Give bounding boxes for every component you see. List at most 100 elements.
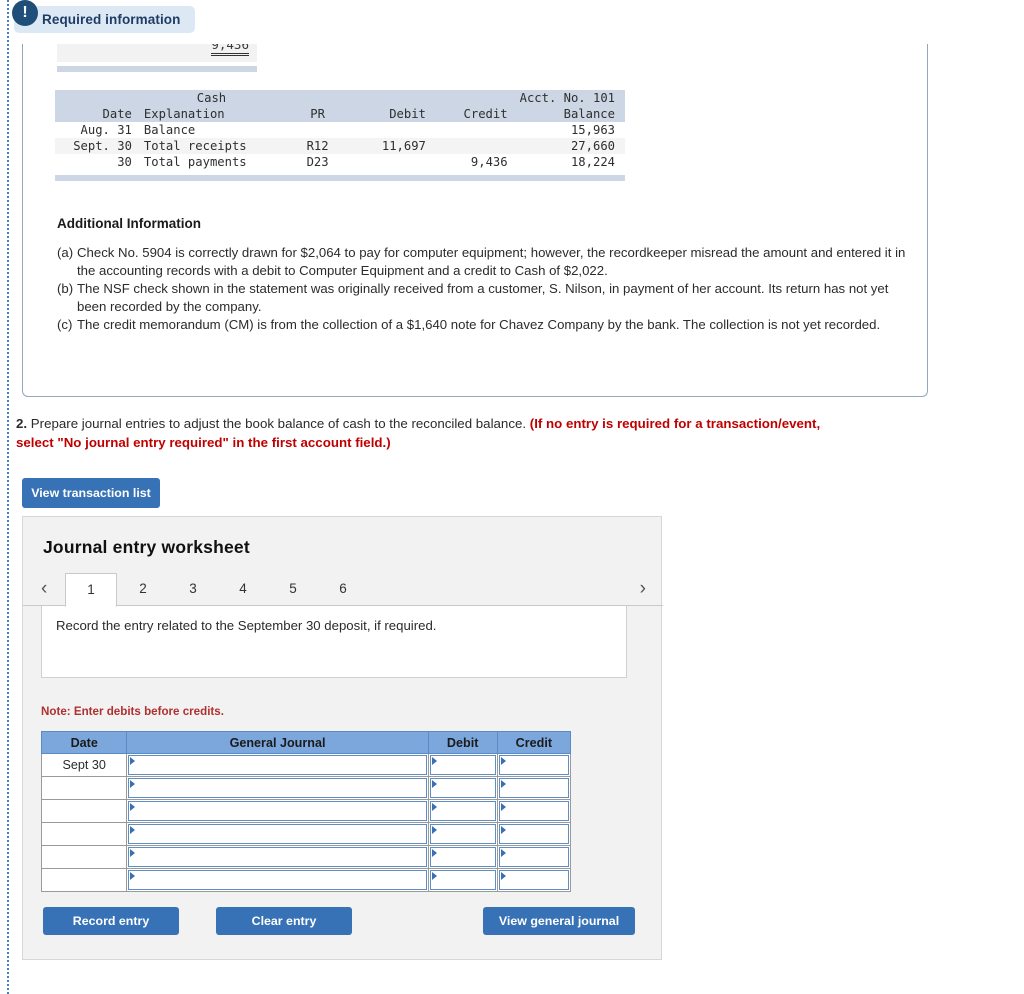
ledger-header-credit: Credit bbox=[431, 106, 514, 122]
table-row bbox=[40, 868, 572, 892]
ledger-account-title: Cash bbox=[137, 90, 285, 106]
tab-3[interactable]: 3 bbox=[168, 573, 218, 607]
next-tab-arrow-icon[interactable]: › bbox=[640, 577, 646, 601]
ledger-title-spacer bbox=[55, 90, 138, 106]
clear-entry-button[interactable]: Clear entry bbox=[216, 907, 352, 935]
ledger-cell-credit bbox=[432, 122, 514, 138]
list-item-label: (b) bbox=[57, 281, 74, 296]
journal-debit-field[interactable] bbox=[427, 822, 498, 846]
journal-credit-field[interactable] bbox=[496, 776, 572, 800]
journal-account-field[interactable] bbox=[126, 845, 429, 869]
journal-debit-field[interactable] bbox=[427, 868, 498, 892]
journal-header-debit: Debit bbox=[427, 731, 498, 754]
worksheet-title: Journal entry worksheet bbox=[43, 537, 250, 557]
list-item-label: (a) bbox=[57, 245, 74, 260]
journal-debit-field[interactable] bbox=[427, 753, 498, 777]
journal-credit-field[interactable] bbox=[496, 753, 572, 777]
journal-debit-field[interactable] bbox=[427, 799, 498, 823]
exclamation-icon: ! bbox=[12, 0, 38, 26]
list-item: (b) The NSF check shown in the statement… bbox=[57, 280, 909, 315]
worksheet-tab-bar: ‹ 1 2 3 4 5 6 › bbox=[23, 573, 663, 607]
additional-information-heading: Additional Information bbox=[57, 216, 201, 231]
journal-account-field[interactable] bbox=[126, 753, 429, 777]
journal-account-field[interactable] bbox=[126, 799, 429, 823]
dropdown-marker-icon bbox=[431, 780, 437, 788]
ledger-cell-balance: 27,660 bbox=[513, 138, 625, 154]
journal-debit-field[interactable] bbox=[427, 776, 498, 800]
ledger-cell-date: Aug. 31 bbox=[80, 123, 132, 137]
ledger-acct-no: Acct. No. 101 bbox=[513, 90, 625, 106]
record-entry-button[interactable]: Record entry bbox=[43, 907, 179, 935]
question-text: Prepare journal entries to adjust the bo… bbox=[30, 416, 527, 431]
ledger-title-spacer-credit bbox=[431, 90, 514, 106]
dropdown-marker-icon bbox=[431, 826, 437, 834]
tab-2[interactable]: 2 bbox=[118, 573, 168, 607]
table-row: Sept 30 bbox=[40, 753, 572, 777]
ledger-cell-explanation: Total payments bbox=[143, 155, 247, 169]
list-item-text: The credit memorandum (CM) is from the c… bbox=[77, 317, 881, 332]
ledger-row: Aug. 31 Balance 15,963 bbox=[55, 122, 625, 138]
journal-header-date: Date bbox=[40, 731, 128, 754]
journal-cell-date[interactable] bbox=[40, 799, 128, 823]
journal-cell-date[interactable]: Sept 30 bbox=[40, 753, 128, 777]
ledger-cell-debit bbox=[350, 154, 432, 170]
clipped-figure-above-ledger: 9,436 bbox=[57, 44, 257, 62]
journal-header-credit: Credit bbox=[496, 731, 572, 754]
ledger-cell-credit: 9,436 bbox=[470, 155, 508, 169]
ledger-header-row: Date Explanation PR Debit Credit Balance bbox=[55, 106, 625, 122]
ledger-row: 30 Total payments D23 9,436 18,224 bbox=[55, 154, 625, 170]
list-item: (c) The credit memorandum (CM) is from t… bbox=[57, 316, 909, 334]
view-transaction-list-button[interactable]: View transaction list bbox=[22, 478, 160, 508]
previous-tab-arrow-icon[interactable]: ‹ bbox=[41, 577, 47, 601]
dropdown-marker-icon bbox=[500, 780, 506, 788]
journal-credit-field[interactable] bbox=[496, 868, 572, 892]
clipped-figure-value: 9,436 bbox=[211, 44, 249, 56]
journal-credit-field[interactable] bbox=[496, 799, 572, 823]
ledger-title-spacer-debit bbox=[350, 90, 432, 106]
table-row bbox=[40, 845, 572, 869]
ledger-cell-pr bbox=[285, 122, 350, 138]
required-information-label: Required information bbox=[14, 6, 195, 33]
dropdown-marker-icon bbox=[431, 803, 437, 811]
journal-account-field[interactable] bbox=[126, 868, 429, 892]
ledger-footer-band bbox=[55, 175, 625, 181]
tab-5[interactable]: 5 bbox=[268, 573, 318, 607]
ledger-header-balance: Balance bbox=[513, 106, 625, 122]
cash-ledger-table: Cash Acct. No. 101 Date Explanation PR D… bbox=[55, 90, 625, 170]
journal-account-field[interactable] bbox=[126, 776, 429, 800]
ledger-header-debit: Debit bbox=[350, 106, 432, 122]
list-item-text: Check No. 5904 is correctly drawn for $2… bbox=[77, 245, 906, 278]
ledger-title-spacer-pr bbox=[285, 90, 351, 106]
dropdown-marker-icon bbox=[130, 757, 136, 765]
worksheet-instruction-text: Record the entry related to the Septembe… bbox=[56, 618, 437, 633]
ledger-cell-debit: 11,697 bbox=[350, 138, 432, 154]
journal-account-field[interactable] bbox=[126, 822, 429, 846]
debits-before-credits-note: Note: Enter debits before credits. bbox=[41, 705, 224, 718]
dropdown-marker-icon bbox=[431, 872, 437, 880]
view-general-journal-button[interactable]: View general journal bbox=[483, 907, 635, 935]
journal-credit-field[interactable] bbox=[496, 845, 572, 869]
ledger-row: Sept. 30 Total receipts R12 11,697 27,66… bbox=[55, 138, 625, 154]
ledger-cell-explanation: Balance bbox=[143, 123, 196, 137]
ledger-title-row: Cash Acct. No. 101 bbox=[55, 90, 625, 106]
ledger-cell-credit bbox=[431, 138, 514, 154]
journal-cell-date[interactable] bbox=[40, 776, 128, 800]
journal-table-header-row: Date General Journal Debit Credit bbox=[40, 731, 572, 754]
dropdown-marker-icon bbox=[431, 849, 437, 857]
dropdown-marker-icon bbox=[500, 826, 506, 834]
list-item: (a) Check No. 5904 is correctly drawn fo… bbox=[57, 244, 909, 279]
required-information-badge: Required information bbox=[14, 6, 195, 33]
tab-4[interactable]: 4 bbox=[218, 573, 268, 607]
worksheet-instruction-box: Record the entry related to the Septembe… bbox=[41, 606, 627, 678]
dropdown-marker-icon bbox=[500, 872, 506, 880]
ledger-header-pr: PR bbox=[285, 106, 351, 122]
journal-cell-date[interactable] bbox=[40, 822, 128, 846]
journal-cell-date[interactable] bbox=[40, 868, 128, 892]
tab-1[interactable]: 1 bbox=[65, 573, 117, 607]
journal-credit-field[interactable] bbox=[496, 822, 572, 846]
journal-debit-field[interactable] bbox=[427, 845, 498, 869]
tab-6[interactable]: 6 bbox=[318, 573, 368, 607]
journal-cell-date[interactable] bbox=[40, 845, 128, 869]
dropdown-marker-icon bbox=[130, 826, 136, 834]
question-prompt: 2. Prepare journal entries to adjust the… bbox=[16, 414, 828, 452]
